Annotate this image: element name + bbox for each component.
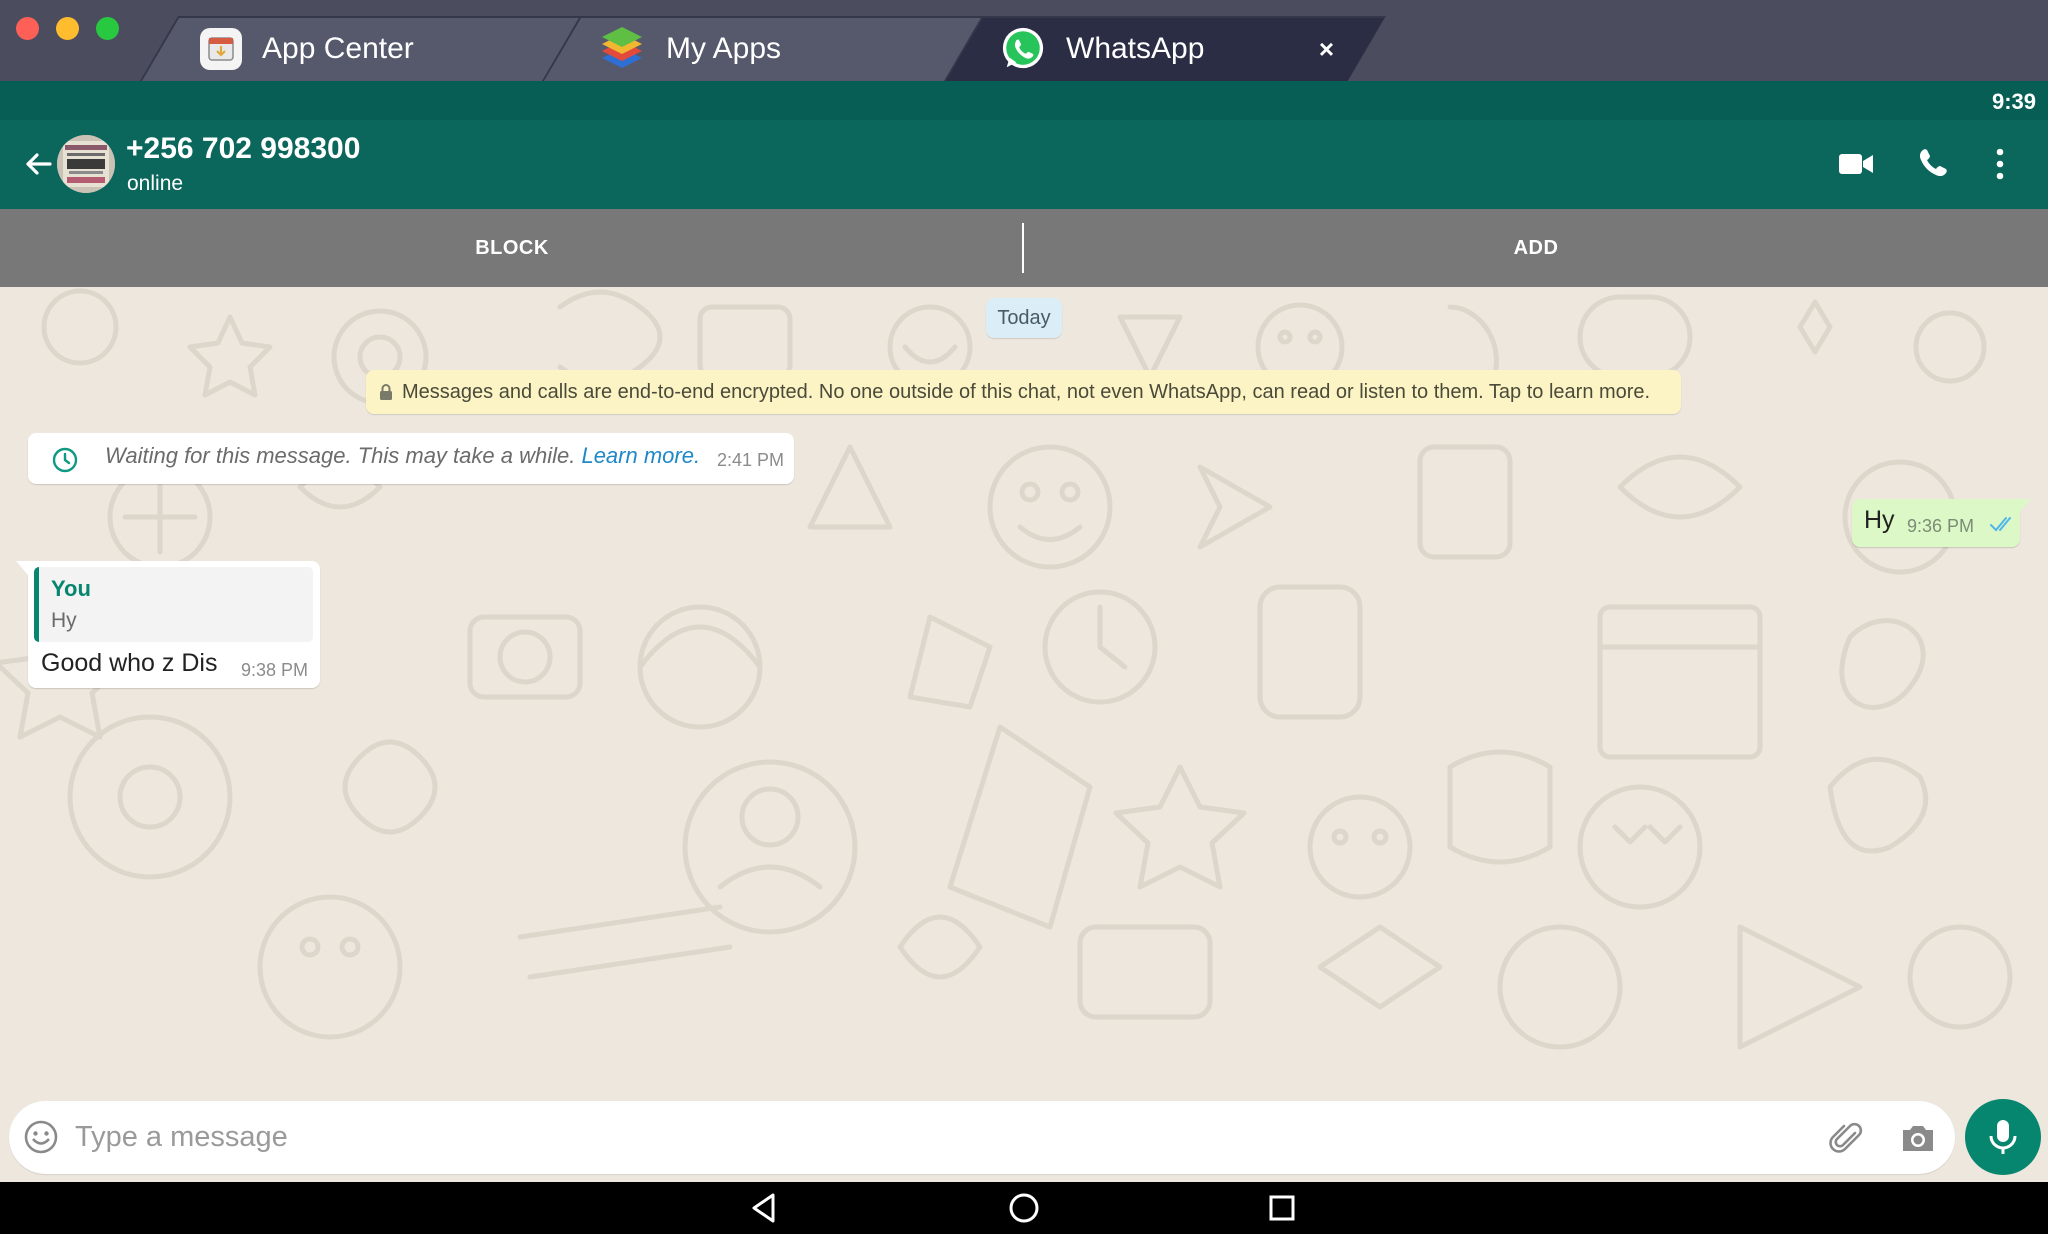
message-time: 2:41 PM [716,450,784,470]
double-check-read-icon [1990,517,2011,532]
tab-my-apps[interactable]: My Apps [542,16,984,81]
waiting-message-text: Waiting for this message. This may take … [105,443,582,468]
emoji-icon[interactable] [23,1119,59,1155]
nav-back-icon[interactable] [747,1190,783,1226]
back-arrow-icon[interactable] [18,144,58,184]
maximize-window-button[interactable] [96,17,119,40]
attach-icon[interactable] [1828,1119,1866,1157]
more-options-icon[interactable] [1978,142,2022,186]
contact-name[interactable]: +256 702 998300 [126,132,360,166]
app-center-icon [200,27,242,70]
quoted-message[interactable]: You Hy [34,567,313,642]
compose-bar [0,1099,2048,1182]
message-time: 9:36 PM [1907,516,1975,536]
tab-label: App Center [262,31,414,65]
close-window-button[interactable] [16,17,39,40]
minimize-window-button[interactable] [56,17,79,40]
date-chip: Today [986,298,1062,338]
encryption-notice-text: Messages and calls are end-to-end encryp… [402,380,1651,403]
chat-area[interactable]: Today Messages and calls are end-to-end … [0,287,2048,1099]
my-apps-icon [598,26,646,72]
lock-icon [380,384,392,400]
message-text: Good who z Dis [41,649,218,677]
learn-more-link[interactable]: Learn more [581,443,694,468]
contact-status: online [127,172,184,195]
contact-avatar[interactable] [57,135,115,193]
camera-icon[interactable] [1899,1119,1937,1157]
unknown-contact-actions: BLOCK ADD [0,209,2048,287]
tab-label: My Apps [666,31,782,65]
quoted-author: You [51,576,91,601]
android-nav-bar [0,1182,2048,1234]
message-time: 9:38 PM [241,660,309,680]
tab-label: WhatsApp [1066,31,1205,65]
window-titlebar: App Center My Apps WhatsApp × [0,0,2048,81]
message-input-container [9,1101,1955,1174]
nav-home-icon[interactable] [1006,1190,1042,1226]
encryption-notice[interactable]: Messages and calls are end-to-end encryp… [366,370,1681,414]
chat-header: +256 702 998300 online [0,120,2048,209]
message-text: Hy [1864,506,1895,534]
learn-more-suffix: . [693,443,701,468]
microphone-button[interactable] [1965,1099,2041,1175]
outgoing-message[interactable]: Hy 9:36 PM [1852,499,2031,547]
quoted-text: Hy [51,609,77,632]
message-input[interactable] [75,1113,1775,1161]
status-bar: 9:39 [0,81,2048,120]
clock-icon [48,443,82,477]
block-button[interactable]: BLOCK [0,209,1024,287]
tab-close-button[interactable]: × [1319,34,1334,65]
add-contact-button[interactable]: ADD [1024,209,2048,287]
incoming-reply-message[interactable]: You Hy Good who z Dis 9:38 PM [16,561,320,688]
waiting-message[interactable]: Waiting for this message. This may take … [28,433,794,484]
microphone-icon [1989,1120,2017,1154]
phone-call-icon[interactable] [1911,142,1955,186]
video-call-icon[interactable] [1834,142,1878,186]
whatsapp-icon [1000,26,1046,72]
nav-recents-icon[interactable] [1264,1190,1300,1226]
tab-whatsapp[interactable]: WhatsApp × [944,16,1386,81]
tab-app-center[interactable]: App Center [140,16,582,81]
status-clock: 9:39 [1991,89,2036,114]
waiting-text: Waiting for this message. This may take … [105,443,700,469]
